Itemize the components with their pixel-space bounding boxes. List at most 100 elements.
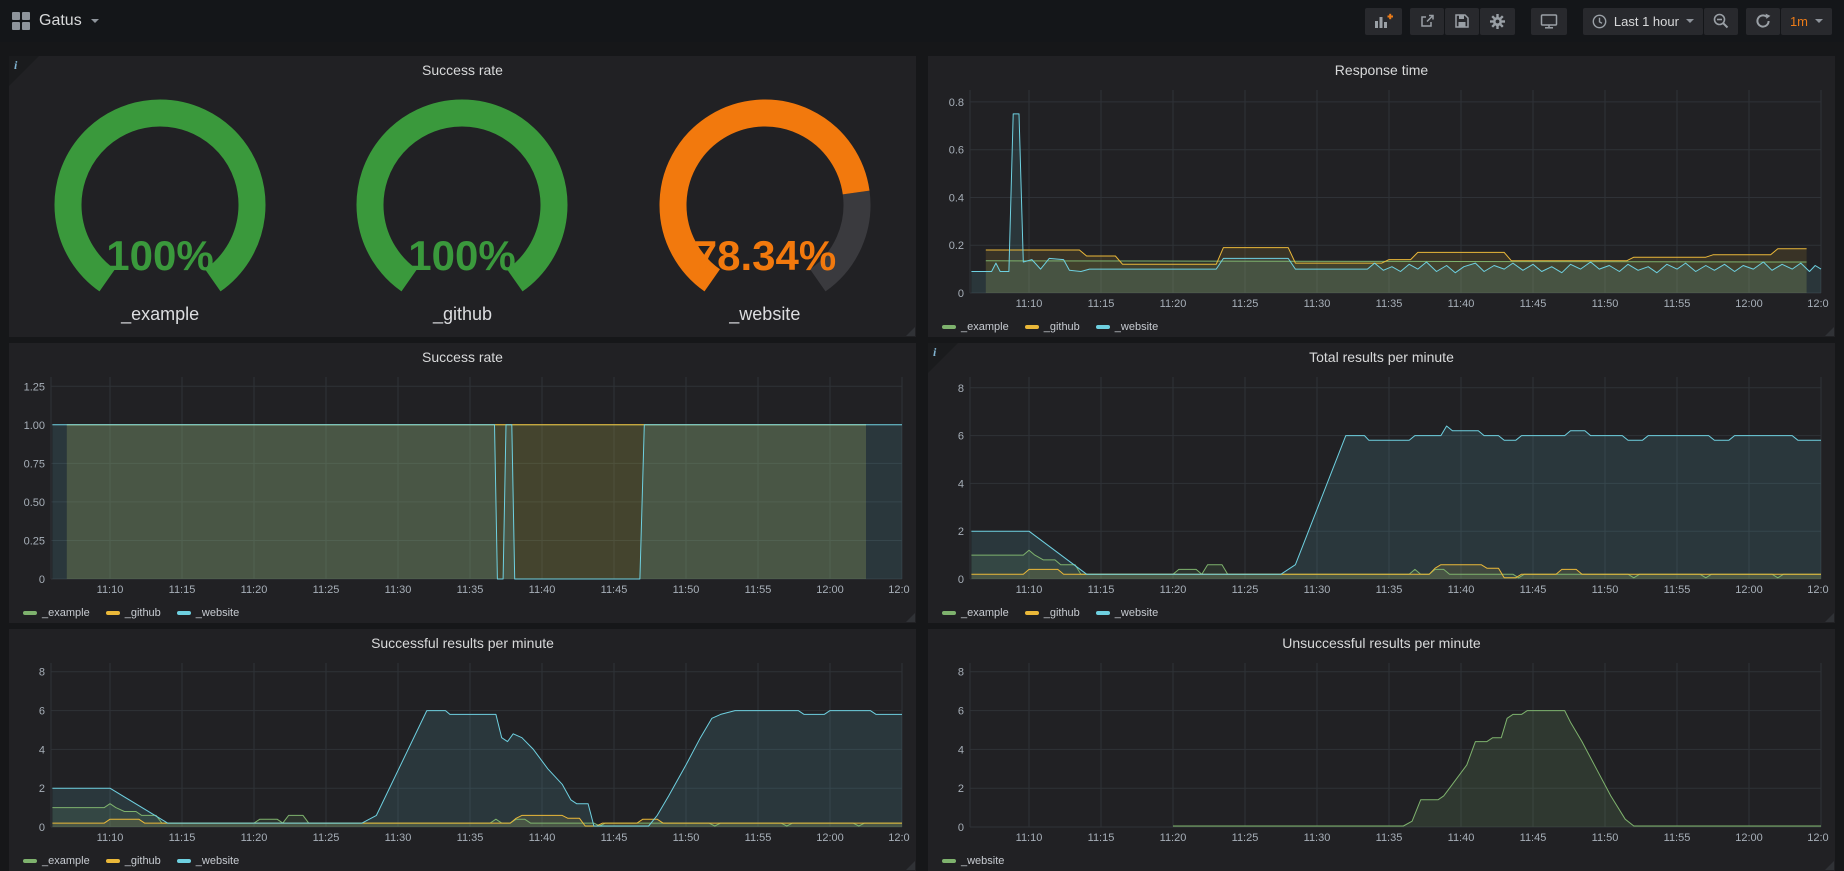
settings-button[interactable]	[1480, 8, 1515, 35]
chevron-down-icon	[91, 19, 99, 23]
resize-handle-icon[interactable]	[906, 613, 915, 622]
resize-handle-icon[interactable]	[1825, 327, 1834, 336]
svg-text:11:15: 11:15	[1088, 584, 1115, 596]
legend-swatch-icon	[942, 859, 956, 863]
svg-text:11:15: 11:15	[169, 832, 196, 844]
panel-success-rate-series: Success rate 00.250.500.751.001.2511:101…	[9, 343, 916, 623]
legend-item-github[interactable]: _github	[1025, 321, 1080, 333]
svg-text:0.25: 0.25	[24, 536, 45, 548]
legend-item-example[interactable]: _example	[942, 607, 1009, 619]
svg-text:11:45: 11:45	[1520, 298, 1547, 310]
info-corner-icon[interactable]: i	[928, 343, 958, 373]
legend-swatch-icon	[177, 611, 191, 615]
legend-swatch-icon	[106, 611, 120, 615]
svg-text:11:30: 11:30	[1304, 298, 1331, 310]
legend-item-website[interactable]: _website	[942, 855, 1004, 867]
svg-text:12:00: 12:00	[1735, 832, 1763, 844]
svg-text:0.50: 0.50	[24, 497, 45, 509]
svg-text:2: 2	[39, 783, 45, 795]
svg-text:0.8: 0.8	[949, 97, 964, 109]
panel-title[interactable]: Successful results per minute	[9, 629, 916, 657]
legend-item-example[interactable]: _example	[942, 321, 1009, 333]
zoom-out-icon	[1713, 13, 1729, 29]
clock-icon	[1592, 14, 1607, 29]
svg-text:0: 0	[958, 574, 964, 586]
tv-mode-button[interactable]	[1531, 8, 1567, 35]
legend-swatch-icon	[23, 611, 37, 615]
svg-text:4: 4	[958, 478, 964, 490]
legend-item-github[interactable]: _github	[106, 855, 161, 867]
svg-text:11:10: 11:10	[1016, 584, 1043, 596]
legend-swatch-icon	[106, 859, 120, 863]
svg-text:0.4: 0.4	[949, 193, 964, 205]
zoom-out-button[interactable]	[1704, 8, 1738, 35]
svg-text:11:10: 11:10	[1016, 298, 1043, 310]
total-results-chart[interactable]: 0246811:1011:1511:2011:2511:3011:3511:40…	[934, 371, 1829, 597]
refresh-interval-button[interactable]: 1m	[1781, 8, 1832, 35]
resize-handle-icon[interactable]	[1825, 861, 1834, 870]
gauge-row: 100%_example100%_github78.34%_website	[9, 84, 916, 325]
svg-text:11:40: 11:40	[1448, 832, 1475, 844]
resize-handle-icon[interactable]	[906, 861, 915, 870]
legend-item-example[interactable]: _example	[23, 855, 90, 867]
legend-swatch-icon	[177, 859, 191, 863]
refresh-icon	[1755, 13, 1771, 29]
gauge-svg: 100%	[322, 98, 602, 304]
svg-text:0.6: 0.6	[949, 145, 964, 157]
svg-text:12:05: 12:05	[1807, 584, 1829, 596]
gauge-value: 100%	[106, 232, 213, 279]
svg-text:11:15: 11:15	[169, 584, 196, 596]
resize-handle-icon[interactable]	[906, 327, 915, 336]
refresh-interval-label: 1m	[1790, 14, 1808, 29]
legend: _example _github _website	[942, 321, 1158, 333]
svg-text:11:25: 11:25	[313, 584, 340, 596]
add-panel-icon	[1374, 13, 1393, 29]
save-button[interactable]	[1445, 8, 1479, 35]
svg-text:11:35: 11:35	[1376, 584, 1403, 596]
svg-text:11:50: 11:50	[673, 832, 700, 844]
legend-swatch-icon	[1096, 325, 1110, 329]
svg-text:11:45: 11:45	[601, 832, 628, 844]
share-button[interactable]	[1410, 8, 1444, 35]
dashboard-title[interactable]: Gatus	[39, 12, 82, 30]
legend-item-github[interactable]: _github	[106, 607, 161, 619]
resize-handle-icon[interactable]	[1825, 613, 1834, 622]
successful-results-chart[interactable]: 0246811:1011:1511:2011:2511:3011:3511:40…	[15, 657, 910, 845]
panel-total-results: i Total results per minute 0246811:1011:…	[928, 343, 1835, 623]
unsuccessful-results-chart[interactable]: 0246811:1011:1511:2011:2511:3011:3511:40…	[934, 657, 1829, 845]
legend-item-website[interactable]: _website	[177, 607, 239, 619]
legend-item-website[interactable]: _website	[1096, 607, 1158, 619]
success-rate-chart[interactable]: 00.250.500.751.001.2511:1011:1511:2011:2…	[15, 371, 910, 597]
info-corner-icon[interactable]: i	[9, 56, 39, 86]
panel-title[interactable]: Unsuccessful results per minute	[928, 629, 1835, 657]
legend-swatch-icon	[942, 611, 956, 615]
legend-item-website[interactable]: _website	[1096, 321, 1158, 333]
gauge-label: _github	[433, 304, 492, 325]
panel-title[interactable]: Success rate	[9, 343, 916, 371]
legend-item-example[interactable]: _example	[23, 607, 90, 619]
legend-item-website[interactable]: _website	[177, 855, 239, 867]
legend: _website	[942, 855, 1004, 867]
chevron-down-icon	[1686, 19, 1694, 23]
response-time-chart[interactable]: 00.20.40.60.811:1011:1511:2011:2511:3011…	[934, 84, 1829, 311]
legend-label: _github	[125, 855, 161, 867]
time-range-button[interactable]: Last 1 hour	[1583, 8, 1703, 35]
panel-title[interactable]: Response time	[928, 56, 1835, 84]
legend-label: _example	[42, 855, 90, 867]
panel-successful-results: Successful results per minute 0246811:10…	[9, 629, 916, 871]
gauge-label: _example	[121, 304, 199, 325]
legend-label: _website	[1115, 321, 1158, 333]
legend-item-github[interactable]: _github	[1025, 607, 1080, 619]
gauge-value: 78.34%	[694, 232, 836, 279]
add-panel-button[interactable]	[1365, 8, 1402, 35]
legend-swatch-icon	[942, 325, 956, 329]
svg-text:11:30: 11:30	[385, 584, 412, 596]
svg-text:11:25: 11:25	[1232, 584, 1259, 596]
panel-title[interactable]: Total results per minute	[928, 343, 1835, 371]
legend-swatch-icon	[23, 859, 37, 863]
refresh-button[interactable]	[1746, 8, 1780, 35]
monitor-icon	[1540, 13, 1558, 29]
svg-text:11:55: 11:55	[1664, 584, 1691, 596]
svg-text:11:50: 11:50	[1592, 584, 1619, 596]
panel-title[interactable]: Success rate	[9, 56, 916, 84]
